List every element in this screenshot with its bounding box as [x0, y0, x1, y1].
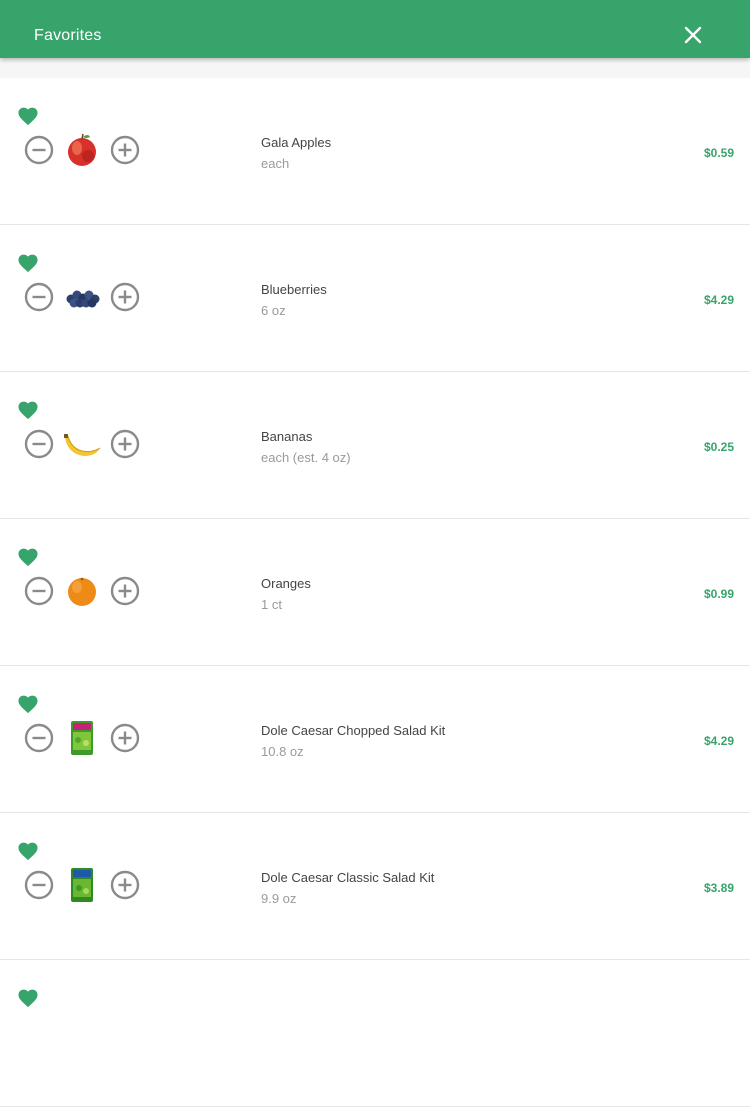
list-item: Gala Apples each $0.59	[0, 78, 750, 225]
orange-image	[68, 577, 96, 606]
minus-button[interactable]	[24, 135, 54, 165]
blueberries-image	[66, 290, 100, 308]
item-name[interactable]: Oranges	[261, 576, 311, 591]
item-name[interactable]: Dole Caesar Classic Salad Kit	[261, 870, 434, 885]
item-name[interactable]: Bananas	[261, 429, 312, 444]
plus-button[interactable]	[110, 282, 140, 312]
minus-button[interactable]	[24, 282, 54, 312]
item-name[interactable]: Blueberries	[261, 282, 327, 297]
item-size: 9.9 oz	[261, 891, 297, 906]
item-size: 1 ct	[261, 597, 282, 612]
heart-icon[interactable]	[17, 106, 39, 126]
item-name[interactable]: Gala Apples	[261, 135, 331, 150]
item-price: $3.89	[703, 881, 734, 895]
item-size: 6 oz	[261, 303, 286, 318]
favorites-list: Gala Apples each $0.59 Blueberries 6 oz …	[0, 78, 750, 1107]
header-divider	[0, 58, 750, 78]
heart-icon[interactable]	[17, 253, 39, 273]
minus-button[interactable]	[24, 429, 54, 459]
plus-button[interactable]	[110, 576, 140, 606]
heart-icon[interactable]	[17, 547, 39, 567]
item-price: $0.25	[703, 440, 734, 454]
plus-button[interactable]	[110, 723, 140, 753]
item-price: $0.99	[703, 587, 734, 601]
item-price: $4.29	[703, 293, 734, 307]
plus-button[interactable]	[110, 870, 140, 900]
item-size: each	[261, 156, 290, 171]
list-item: Blueberries 6 oz $4.29	[0, 225, 750, 372]
list-item: Dole Caesar Classic Salad Kit 9.9 oz $3.…	[0, 813, 750, 960]
salad-kit-image	[71, 868, 93, 902]
apple-image	[68, 133, 96, 166]
plus-button[interactable]	[110, 429, 140, 459]
item-price: $4.29	[703, 734, 734, 748]
salad-kit-image	[71, 721, 93, 755]
heart-icon[interactable]	[17, 400, 39, 420]
heart-icon[interactable]	[17, 841, 39, 861]
list-item: Oranges 1 ct $0.99	[0, 519, 750, 666]
plus-button[interactable]	[110, 135, 140, 165]
minus-button[interactable]	[24, 576, 54, 606]
list-item: Bananas each (est. 4 oz) $0.25	[0, 372, 750, 519]
banana-image	[64, 434, 101, 456]
close-icon[interactable]	[680, 22, 706, 48]
list-item-partial	[0, 960, 750, 1107]
heart-icon[interactable]	[17, 694, 39, 714]
list-item: Dole Caesar Chopped Salad Kit 10.8 oz $4…	[0, 666, 750, 813]
heart-icon[interactable]	[17, 988, 39, 1008]
minus-button[interactable]	[24, 870, 54, 900]
minus-button[interactable]	[24, 723, 54, 753]
item-size: each (est. 4 oz)	[261, 450, 351, 465]
item-size: 10.8 oz	[261, 744, 304, 759]
app-header: Favorites	[0, 0, 750, 58]
item-price: $0.59	[703, 146, 734, 160]
item-name[interactable]: Dole Caesar Chopped Salad Kit	[261, 723, 445, 738]
page-title: Favorites	[34, 27, 102, 44]
